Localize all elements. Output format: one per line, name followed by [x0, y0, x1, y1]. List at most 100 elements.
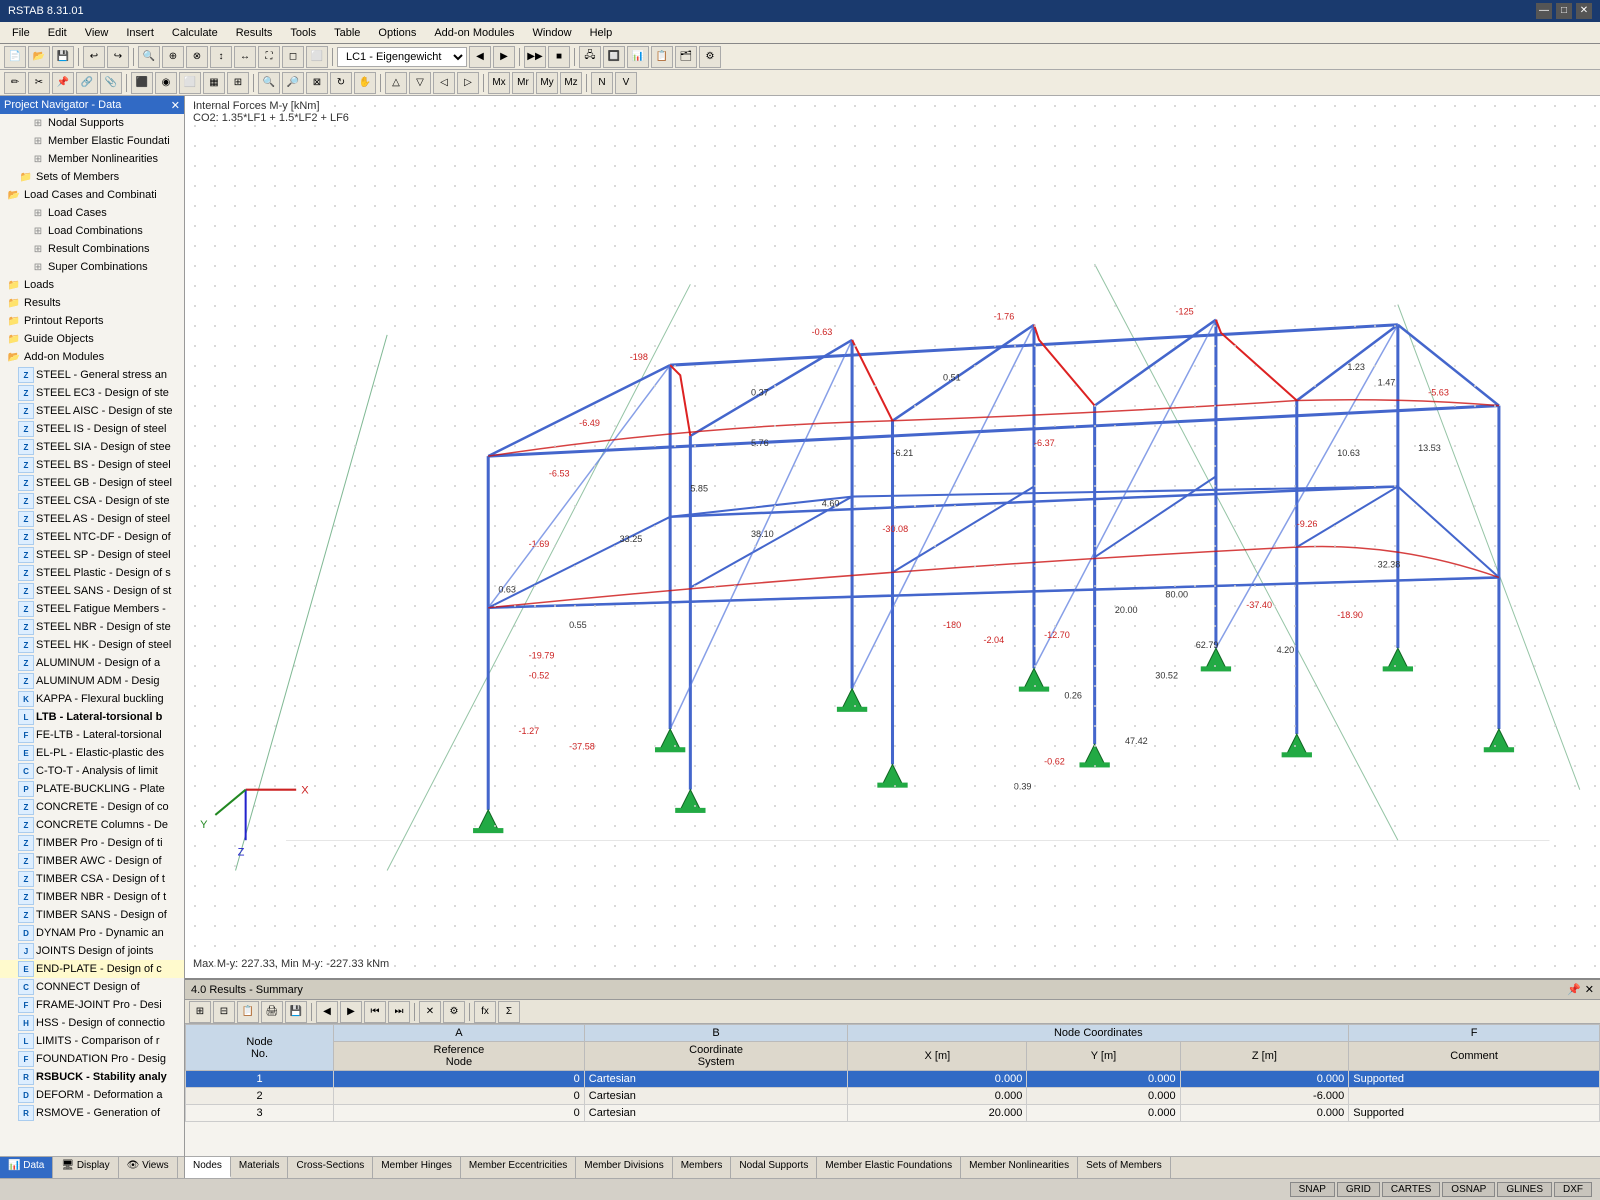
tree-item-aluminum-adm[interactable]: ZALUMINUM ADM - Desig: [0, 672, 184, 690]
res-tb-2[interactable]: ⊟: [213, 1001, 235, 1023]
menu-item-file[interactable]: File: [4, 25, 38, 41]
result-tab-member-divisions[interactable]: Member Divisions: [576, 1157, 672, 1178]
tree-item-plate-buckling[interactable]: PPLATE-BUCKLING - Plate: [0, 780, 184, 798]
status-btn-snap[interactable]: SNAP: [1290, 1182, 1335, 1197]
tree-item-timber-csa[interactable]: ZTIMBER CSA - Design of t: [0, 870, 184, 888]
result-tab-nodal-supports[interactable]: Nodal Supports: [731, 1157, 817, 1178]
maximize-button[interactable]: □: [1556, 3, 1572, 19]
res-tb-10[interactable]: ✕: [419, 1001, 441, 1023]
tree-item-joints[interactable]: JJOINTS Design of joints: [0, 942, 184, 960]
menu-item-tools[interactable]: Tools: [282, 25, 324, 41]
tree-item-ltb[interactable]: LLTB - Lateral-torsional b: [0, 708, 184, 726]
tb2-1[interactable]: ✏: [4, 72, 26, 94]
tb2-m1[interactable]: Mx: [488, 72, 510, 94]
tb2-view3[interactable]: ◁: [433, 72, 455, 94]
tab-views[interactable]: 👁 Views: [119, 1157, 178, 1178]
tb2-rotate[interactable]: ↻: [330, 72, 352, 94]
menu-item-help[interactable]: Help: [582, 25, 621, 41]
res-tb-4[interactable]: 🖨: [261, 1001, 283, 1023]
tree-container[interactable]: ⊞Nodal Supports⊞Member Elastic Foundati ⊞…: [0, 114, 184, 1156]
menu-item-view[interactable]: View: [77, 25, 117, 41]
viewport[interactable]: Internal Forces M-y [kNm] CO2: 1.35*LF1 …: [185, 96, 1600, 978]
tree-item-result-combinations[interactable]: ⊞Result Combinations: [0, 240, 184, 258]
tree-item-load-cases[interactable]: ⊞Load Cases: [0, 204, 184, 222]
result-tab-nodes[interactable]: Nodes: [185, 1157, 231, 1178]
tb2-extra2[interactable]: V: [615, 72, 637, 94]
tb2-5[interactable]: 📎: [100, 72, 122, 94]
tb-render2[interactable]: 🔲: [603, 46, 625, 68]
tree-item-steel-hk[interactable]: ZSTEEL HK - Design of steel: [0, 636, 184, 654]
panel-close-icon[interactable]: ✕: [171, 99, 180, 112]
tree-item-steel-gb[interactable]: ZSTEEL GB - Design of steel: [0, 474, 184, 492]
tb2-view2[interactable]: ▽: [409, 72, 431, 94]
tree-item-frame-joint[interactable]: FFRAME-JOINT Pro - Desi: [0, 996, 184, 1014]
tb2-zoom2[interactable]: 🔎: [282, 72, 304, 94]
tb2-8[interactable]: ⬜: [179, 72, 201, 94]
status-btn-glines[interactable]: GLINES: [1497, 1182, 1552, 1197]
tree-item-c-to-t[interactable]: CC-TO-T - Analysis of limit: [0, 762, 184, 780]
tree-item-steel-general[interactable]: ZSTEEL - General stress an: [0, 366, 184, 384]
tree-item-guide-objects[interactable]: 📁Guide Objects: [0, 330, 184, 348]
menu-item-options[interactable]: Options: [370, 25, 424, 41]
tree-item-timber-pro[interactable]: ZTIMBER Pro - Design of ti: [0, 834, 184, 852]
tree-item-rsmove[interactable]: RRSMOVE - Generation of: [0, 1104, 184, 1122]
res-tb-9[interactable]: ⏭: [388, 1001, 410, 1023]
tb-run[interactable]: ▶▶: [524, 46, 546, 68]
tree-item-steel-plastic[interactable]: ZSTEEL Plastic - Design of s: [0, 564, 184, 582]
result-tab-cross-sections[interactable]: Cross-Sections: [288, 1157, 373, 1178]
tb2-3[interactable]: 📌: [52, 72, 74, 94]
tb2-view1[interactable]: △: [385, 72, 407, 94]
menu-item-results[interactable]: Results: [228, 25, 281, 41]
tb2-m4[interactable]: Mz: [560, 72, 582, 94]
tb2-2[interactable]: ✂: [28, 72, 50, 94]
tb2-m2[interactable]: Mr: [512, 72, 534, 94]
table-row[interactable]: 3 0 Cartesian 20.000 0.000 0.000 Support…: [186, 1105, 1600, 1122]
tree-item-end-plate[interactable]: EEND-PLATE - Design of c: [0, 960, 184, 978]
minimize-button[interactable]: —: [1536, 3, 1552, 19]
tb2-zoom1[interactable]: 🔍: [258, 72, 280, 94]
tree-item-aluminum[interactable]: ZALUMINUM - Design of a: [0, 654, 184, 672]
tree-item-steel-nbr[interactable]: ZSTEEL NBR - Design of ste: [0, 618, 184, 636]
res-tb-13[interactable]: Σ: [498, 1001, 520, 1023]
tree-item-load-combinations[interactable]: ⊞Load Combinations: [0, 222, 184, 240]
tree-item-limits[interactable]: LLIMITS - Comparison of r: [0, 1032, 184, 1050]
res-tb-5[interactable]: 💾: [285, 1001, 307, 1023]
tb2-4[interactable]: 🔗: [76, 72, 98, 94]
tb-btn-2[interactable]: ⊕: [162, 46, 184, 68]
tree-item-foundation-pro[interactable]: FFOUNDATION Pro - Desig: [0, 1050, 184, 1068]
tb2-10[interactable]: ⊞: [227, 72, 249, 94]
tree-item-steel-is[interactable]: ZSTEEL IS - Design of steel: [0, 420, 184, 438]
menu-item-add-on modules[interactable]: Add-on Modules: [426, 25, 522, 41]
tree-item-steel-aisc[interactable]: ZSTEEL AISC - Design of ste: [0, 402, 184, 420]
result-tab-member-nonlinearities[interactable]: Member Nonlinearities: [961, 1157, 1078, 1178]
menu-item-calculate[interactable]: Calculate: [164, 25, 226, 41]
tree-item-steel-ntcdf[interactable]: ZSTEEL NTC-DF - Design of: [0, 528, 184, 546]
tb-render4[interactable]: 📋: [651, 46, 673, 68]
tb-btn-4[interactable]: ↕: [210, 46, 232, 68]
tree-item-steel-ec3[interactable]: ZSTEEL EC3 - Design of ste: [0, 384, 184, 402]
res-tb-3[interactable]: 📋: [237, 1001, 259, 1023]
res-tb-6[interactable]: ◀: [316, 1001, 338, 1023]
result-tab-member-eccentricities[interactable]: Member Eccentricities: [461, 1157, 576, 1178]
redo-button[interactable]: ↪: [107, 46, 129, 68]
tree-item-sets-of-members[interactable]: 📁Sets of Members: [0, 168, 184, 186]
status-btn-osnap[interactable]: OSNAP: [1442, 1182, 1495, 1197]
tb-render6[interactable]: ⚙: [699, 46, 721, 68]
tb-stop[interactable]: ■: [548, 46, 570, 68]
tree-item-steel-sia[interactable]: ZSTEEL SIA - Design of stee: [0, 438, 184, 456]
tb2-view4[interactable]: ▷: [457, 72, 479, 94]
tree-item-member-elastic[interactable]: ⊞Member Elastic Foundati: [0, 132, 184, 150]
tree-item-concrete-col[interactable]: ZCONCRETE Columns - De: [0, 816, 184, 834]
tree-item-deform[interactable]: DDEFORM - Deformation a: [0, 1086, 184, 1104]
tb2-9[interactable]: ▦: [203, 72, 225, 94]
tb-btn-8[interactable]: ⬜: [306, 46, 328, 68]
tb-btn-3[interactable]: ⊗: [186, 46, 208, 68]
tree-item-kappa[interactable]: KKAPPA - Flexural buckling: [0, 690, 184, 708]
res-tb-7[interactable]: ▶: [340, 1001, 362, 1023]
res-tb-8[interactable]: ⏮: [364, 1001, 386, 1023]
save-button[interactable]: 💾: [52, 46, 74, 68]
menu-item-window[interactable]: Window: [524, 25, 579, 41]
table-row[interactable]: 2 0 Cartesian 0.000 0.000 -6.000: [186, 1088, 1600, 1105]
new-button[interactable]: 📄: [4, 46, 26, 68]
tree-item-nodal-supports[interactable]: ⊞Nodal Supports: [0, 114, 184, 132]
